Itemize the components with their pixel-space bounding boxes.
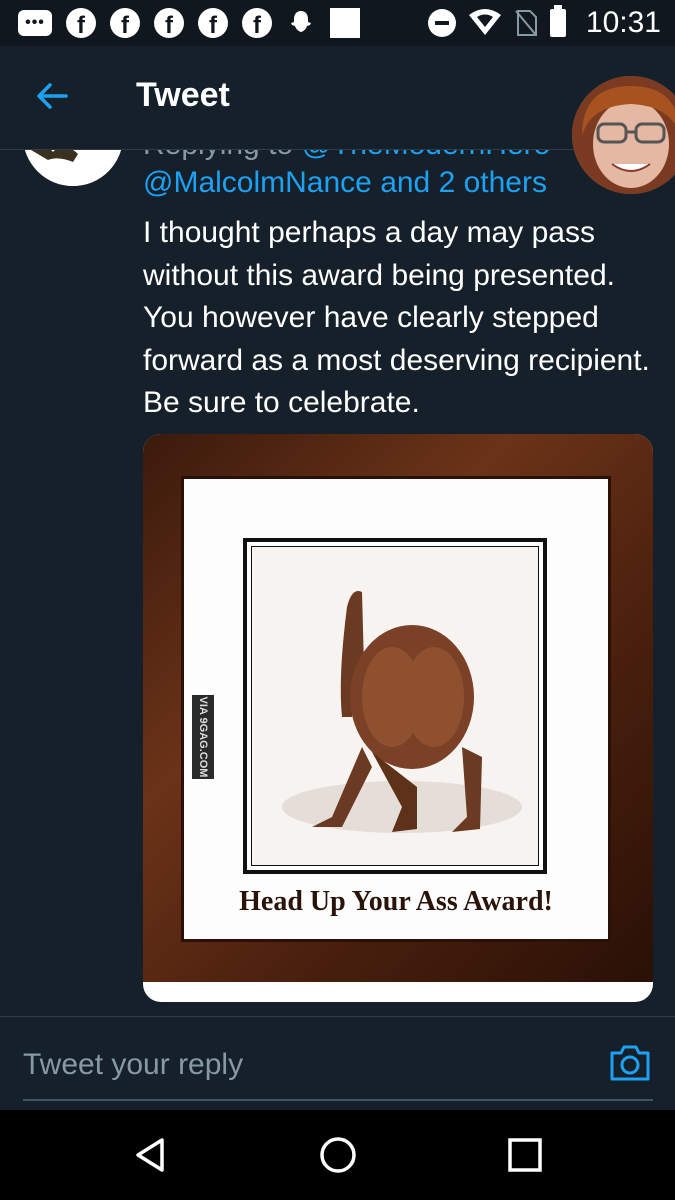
battery-icon (549, 5, 566, 37)
notification-icons: ••• f f f f f (18, 8, 428, 38)
do-not-disturb-icon (427, 9, 456, 37)
placeholder-square-icon (330, 8, 360, 38)
camera-icon (610, 1045, 650, 1081)
arrow-left-icon (37, 83, 68, 109)
tweet-text: I thought perhaps a day may pass without… (143, 216, 650, 419)
back-button[interactable] (32, 76, 72, 116)
square-recents-icon (508, 1138, 542, 1172)
tweet-media[interactable]: VIA 9GAG.COM Head Up Your Ass Award! (143, 434, 653, 1002)
nav-recents-button[interactable] (505, 1135, 545, 1175)
messages-icon: ••• (18, 10, 52, 36)
triangle-back-icon (136, 1138, 164, 1172)
navigation-bar (0, 1110, 675, 1200)
nav-home-button[interactable] (318, 1135, 358, 1175)
picture-frame: VIA 9GAG.COM Head Up Your Ass Award! (143, 434, 653, 982)
facebook-icon: f (198, 8, 228, 38)
facebook-icon: f (242, 8, 272, 38)
status-time: 10:31 (585, 6, 661, 39)
replying-handle-link[interactable]: @TheModernHero (301, 150, 550, 161)
award-caption: Head Up Your Ass Award! (239, 886, 553, 917)
award-picture (243, 538, 547, 874)
circle-home-icon (320, 1137, 356, 1173)
tweet: Replying to @TheModernHero @MalcolmNance… (0, 150, 675, 1016)
no-sim-icon (514, 9, 538, 37)
watermark: VIA 9GAG.COM (192, 695, 214, 779)
facebook-icon: f (154, 8, 184, 38)
replying-prefix: Replying to (143, 150, 293, 161)
reply-input[interactable] (23, 1045, 583, 1085)
wifi-icon (468, 9, 502, 37)
page-title: Tweet (136, 76, 230, 114)
frame-mat: VIA 9GAG.COM Head Up Your Ass Award! (181, 476, 611, 942)
status-bar: ••• f f f f f 10:31 (0, 0, 675, 46)
system-icons: 10:31 (427, 5, 661, 40)
facebook-icon: f (66, 8, 96, 38)
snapchat-icon (286, 8, 316, 38)
mentions-link[interactable]: @MalcolmNance and 2 others (143, 166, 547, 200)
facebook-icon: f (110, 8, 140, 38)
camera-button[interactable] (608, 1043, 652, 1083)
author-avatar[interactable] (23, 150, 123, 186)
award-figure (282, 591, 522, 833)
reply-underline (23, 1099, 653, 1101)
replying-to: Replying to @TheModernHero (143, 150, 550, 162)
nav-back-button[interactable] (130, 1135, 170, 1175)
reply-composer (0, 1016, 675, 1112)
